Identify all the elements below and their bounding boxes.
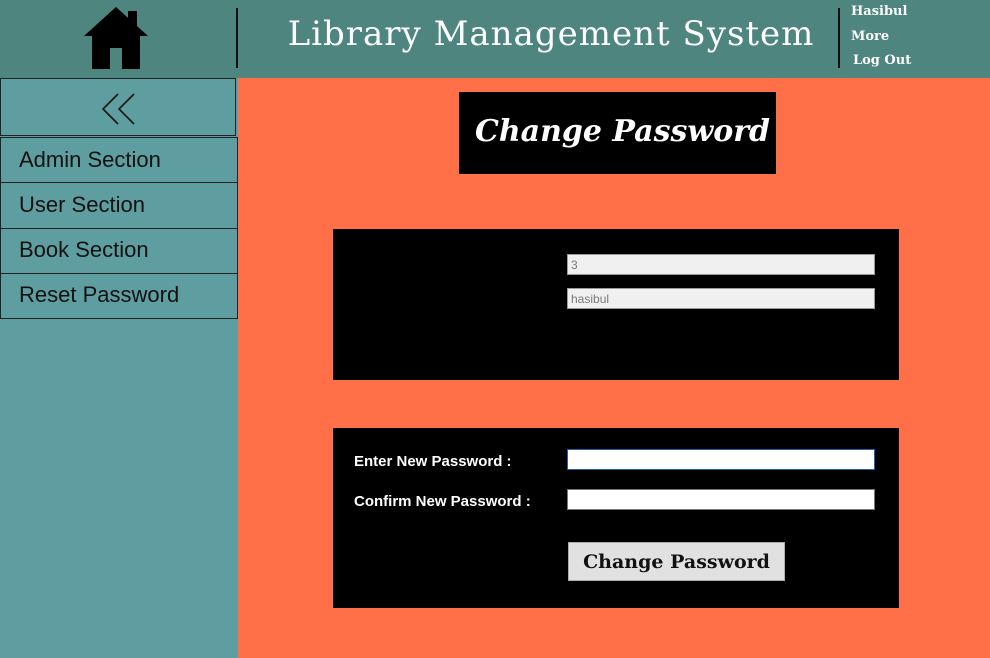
new-password-label: Enter New Password :: [354, 453, 512, 470]
sidebar-item-reset-password[interactable]: Reset Password: [0, 273, 238, 319]
header-divider: [838, 8, 840, 68]
home-icon: [84, 7, 148, 69]
more-link[interactable]: More: [851, 28, 911, 53]
page-title-box: Change Password: [459, 92, 776, 174]
logout-link[interactable]: Log Out: [851, 52, 911, 77]
sidebar-item-book-section[interactable]: Book Section: [0, 228, 238, 274]
home-button[interactable]: [82, 5, 150, 71]
sidebar-item-admin-section[interactable]: Admin Section: [0, 137, 238, 183]
confirm-password-label: Confirm New Password :: [354, 493, 531, 510]
change-password-button[interactable]: Change Password: [568, 542, 785, 581]
confirm-password-field[interactable]: [567, 489, 875, 510]
username-field: [567, 288, 875, 309]
sidebar-item-user-section[interactable]: User Section: [0, 183, 238, 229]
user-menu: Hasibul More Log Out: [851, 3, 911, 77]
change-password-form: Enter New Password : Confirm New Passwor…: [333, 428, 899, 608]
user-name: Hasibul: [851, 4, 908, 19]
double-chevron-left-icon: [101, 93, 135, 125]
app-title: Library Management System: [287, 14, 815, 54]
account-info-panel: [333, 229, 899, 380]
sidebar-collapse-button[interactable]: [0, 78, 236, 136]
page-title: Change Password: [474, 114, 771, 149]
user-id-field: [567, 254, 875, 275]
sidebar: Admin Section User Section Book Section …: [0, 78, 238, 658]
app-header: Library Management System Hasibul More L…: [0, 0, 990, 78]
new-password-field[interactable]: [567, 449, 875, 470]
